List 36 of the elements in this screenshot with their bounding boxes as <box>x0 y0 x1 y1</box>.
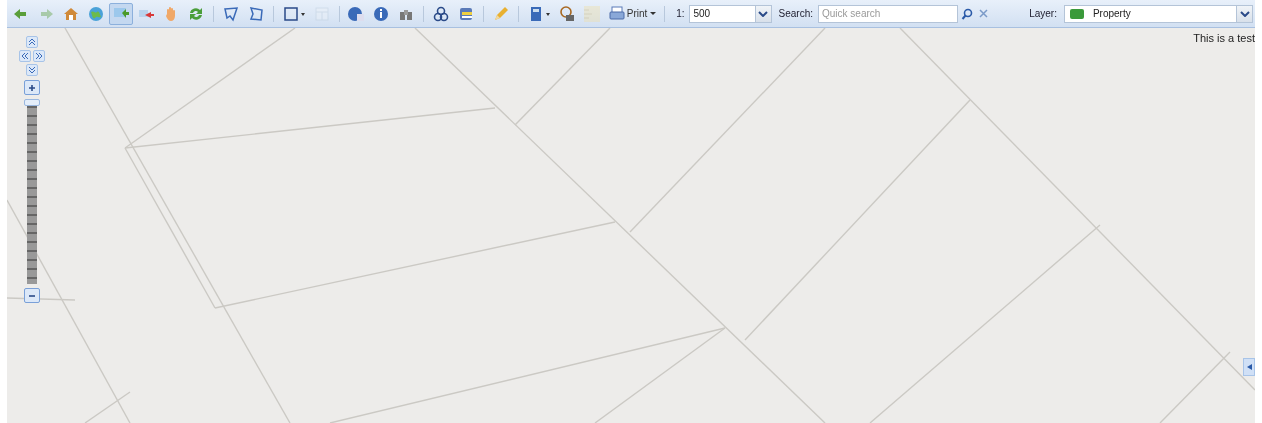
caret-icon <box>1239 10 1250 17</box>
zoom-slider[interactable] <box>24 99 40 284</box>
scale-combo[interactable]: 500 <box>689 4 772 23</box>
printer-icon <box>607 4 626 23</box>
search-label: Search: <box>778 8 814 19</box>
double-chevron-left-icon <box>21 52 29 60</box>
rectangle-select-icon <box>281 4 306 23</box>
triangle-left-icon <box>1246 364 1252 370</box>
layer-label: Layer: <box>1029 8 1057 19</box>
zoom-out-button[interactable] <box>24 288 40 303</box>
polygon-icon <box>221 4 240 23</box>
pan-right-button[interactable] <box>33 50 45 62</box>
zoom-slider-thumb[interactable] <box>24 99 40 106</box>
collapse-button[interactable] <box>1243 358 1255 376</box>
notice-text: This is a test <box>1193 32 1255 44</box>
dropdown-button[interactable] <box>1236 5 1253 22</box>
plus-icon <box>28 83 36 92</box>
search-field[interactable]: Quick search <box>818 4 959 23</box>
pan-up-button[interactable] <box>26 36 38 48</box>
double-chevron-down-icon <box>28 66 36 74</box>
pencil-icon <box>492 4 510 23</box>
pan-left-button[interactable] <box>19 50 31 62</box>
print-menu-button[interactable]: Print <box>604 2 660 25</box>
zoom-in-button[interactable] <box>109 2 133 25</box>
scale-label: 1: <box>676 8 685 19</box>
circles-icon <box>432 4 451 23</box>
layer-combo[interactable]: Property <box>1063 4 1254 23</box>
caret-icon <box>758 10 769 17</box>
double-chevron-right-icon <box>35 52 43 60</box>
layer-icon <box>1069 8 1084 19</box>
info-icon <box>372 4 391 23</box>
dropdown-button[interactable] <box>754 5 771 22</box>
zoom-in-button[interactable] <box>24 80 40 95</box>
double-chevron-up-icon <box>28 38 36 46</box>
pan-down-button[interactable] <box>26 64 38 76</box>
globe-icon <box>87 4 105 23</box>
